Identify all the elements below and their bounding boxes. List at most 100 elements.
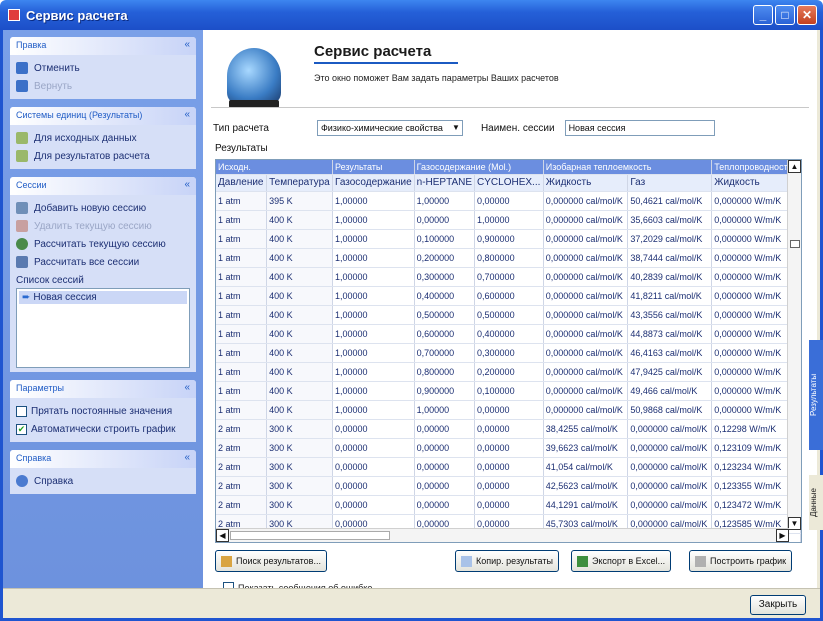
table-cell[interactable]: 400 K <box>266 400 333 420</box>
table-cell[interactable]: 0,00000 <box>332 495 415 515</box>
table-cell[interactable]: 0,500000 <box>414 305 476 325</box>
table-cell[interactable]: 42,5623 cal/mol/K <box>543 476 629 496</box>
table-cell[interactable]: 44,8873 cal/mol/K <box>627 324 713 344</box>
table-cell[interactable]: 1,00000 <box>332 191 415 211</box>
session-name-field[interactable]: Новая сессия <box>564 120 715 136</box>
table-cell[interactable]: 0,000000 cal/mol/K <box>543 343 629 363</box>
table-cell[interactable]: 1 atm <box>216 343 268 363</box>
scroll-thumb[interactable] <box>230 531 390 540</box>
table-cell[interactable]: 2 atm <box>216 438 268 458</box>
table-cell[interactable]: 0,000000 cal/mol/K <box>627 419 713 439</box>
table-cell[interactable]: 1,00000 <box>474 210 544 230</box>
table-cell[interactable]: 1,00000 <box>332 381 415 401</box>
table-cell[interactable]: 0,100000 <box>474 381 544 401</box>
table-cell[interactable]: 0,000000 cal/mol/K <box>627 476 713 496</box>
checkbox-unchecked[interactable] <box>16 405 27 417</box>
table-cell[interactable]: 35,6603 cal/mol/K <box>627 210 713 230</box>
table-cell[interactable]: 46,4163 cal/mol/K <box>627 343 713 363</box>
units-group-header[interactable]: Системы единиц (Результаты) « <box>10 107 196 125</box>
calc-current-item[interactable]: Рассчитать текущую сессию <box>16 235 190 253</box>
table-cell[interactable]: 0,00000 <box>474 191 544 211</box>
table-cell[interactable]: 0,00000 <box>414 419 476 439</box>
column-header[interactable]: Газ <box>627 174 713 192</box>
table-row[interactable]: 2 atm 300 K 0,00000 0,00000 0,00000 38,4255 c… <box>216 419 801 439</box>
table-cell[interactable]: 0,000000 cal/mol/K <box>627 495 713 515</box>
column-header[interactable]: n-HEPTANE <box>414 174 476 192</box>
sessions-group-header[interactable]: Сессии « <box>10 177 196 195</box>
edit-group-header[interactable]: Правка « <box>10 37 196 55</box>
table-cell[interactable]: 0,700000 <box>474 267 544 287</box>
table-cell[interactable]: 0,900000 <box>474 229 544 249</box>
table-cell[interactable]: 400 K <box>266 267 333 287</box>
table-cell[interactable]: 400 K <box>266 324 333 344</box>
table-row[interactable]: 1 atm 400 K 1,00000 0,400000 0,600000 0,00000… <box>216 286 801 306</box>
table-cell[interactable]: 2 atm <box>216 495 268 515</box>
table-cell[interactable]: 0,400000 <box>414 286 476 306</box>
params-group-header[interactable]: Параметры « <box>10 380 196 398</box>
table-cell[interactable]: 0,400000 <box>474 324 544 344</box>
chevron-up-icon[interactable]: « <box>184 179 190 190</box>
table-cell[interactable]: 49,466 cal/mol/K <box>627 381 713 401</box>
table-cell[interactable]: 39,6623 cal/mol/K <box>543 438 629 458</box>
scroll-left-button[interactable]: ◀ <box>216 529 229 542</box>
table-cell[interactable]: 0,000000 cal/mol/K <box>543 229 629 249</box>
table-cell[interactable]: 400 K <box>266 248 333 268</box>
table-cell[interactable]: 400 K <box>266 381 333 401</box>
help-group-header[interactable]: Справка « <box>10 450 196 468</box>
table-cell[interactable]: 1,00000 <box>332 324 415 344</box>
chevron-up-icon[interactable]: « <box>184 382 190 393</box>
copy-results-button[interactable]: Копир. результаты <box>455 550 559 572</box>
table-cell[interactable]: 0,00000 <box>474 457 544 477</box>
table-cell[interactable]: 41,8211 cal/mol/K <box>627 286 713 306</box>
maximize-button[interactable]: □ <box>775 5 795 25</box>
table-cell[interactable]: 1,00000 <box>332 267 415 287</box>
column-header[interactable]: Температура <box>266 174 333 192</box>
table-cell[interactable]: 0,00000 <box>414 476 476 496</box>
table-cell[interactable]: 41,054 cal/mol/K <box>543 457 629 477</box>
table-cell[interactable]: 43,3556 cal/mol/K <box>627 305 713 325</box>
table-cell[interactable]: 0,000000 cal/mol/K <box>543 305 629 325</box>
input-units-item[interactable]: Для исходных данных <box>16 129 190 147</box>
table-cell[interactable]: 1,00000 <box>332 210 415 230</box>
table-cell[interactable]: 37,2029 cal/mol/K <box>627 229 713 249</box>
table-cell[interactable]: 0,100000 <box>414 229 476 249</box>
table-row[interactable]: 2 atm 300 K 0,00000 0,00000 0,00000 42,5623 c… <box>216 476 801 496</box>
plot-chart-button[interactable]: Построить график <box>689 550 793 572</box>
minimize-button[interactable]: _ <box>753 5 773 25</box>
table-cell[interactable]: 1 atm <box>216 248 268 268</box>
table-cell[interactable]: 44,1291 cal/mol/K <box>543 495 629 515</box>
table-row[interactable]: 1 atm 400 K 1,00000 0,500000 0,500000 0,00000… <box>216 305 801 325</box>
table-cell[interactable]: 1 atm <box>216 305 268 325</box>
table-cell[interactable]: 0,600000 <box>474 286 544 306</box>
table-cell[interactable]: 1,00000 <box>332 400 415 420</box>
table-cell[interactable]: 1,00000 <box>332 305 415 325</box>
table-cell[interactable]: 400 K <box>266 343 333 363</box>
column-header[interactable]: Давление <box>216 174 268 192</box>
table-cell[interactable]: 0,000000 cal/mol/K <box>627 457 713 477</box>
close-window-button[interactable]: ✕ <box>797 5 817 25</box>
table-cell[interactable]: 0,00000 <box>414 457 476 477</box>
table-cell[interactable]: 1 atm <box>216 267 268 287</box>
chevron-up-icon[interactable]: « <box>184 452 190 463</box>
table-cell[interactable]: 0,200000 <box>474 362 544 382</box>
table-cell[interactable]: 1 atm <box>216 210 268 230</box>
table-cell[interactable]: 0,800000 <box>414 362 476 382</box>
table-cell[interactable]: 2 atm <box>216 476 268 496</box>
column-header[interactable]: Жидкость <box>543 174 629 192</box>
table-cell[interactable]: 0,000000 cal/mol/K <box>627 438 713 458</box>
table-cell[interactable]: 400 K <box>266 305 333 325</box>
table-cell[interactable]: 0,000000 cal/mol/K <box>543 400 629 420</box>
table-row[interactable]: 1 atm 400 K 1,00000 0,700000 0,300000 0,00000… <box>216 343 801 363</box>
table-cell[interactable]: 0,00000 <box>414 210 476 230</box>
table-cell[interactable]: 0,000000 cal/mol/K <box>543 248 629 268</box>
table-cell[interactable]: 0,00000 <box>474 495 544 515</box>
table-cell[interactable]: 0,000000 cal/mol/K <box>543 210 629 230</box>
chevron-down-icon[interactable]: ▼ <box>452 123 460 132</box>
table-cell[interactable]: 40,2839 cal/mol/K <box>627 267 713 287</box>
table-cell[interactable]: 0,300000 <box>474 343 544 363</box>
table-cell[interactable]: 38,7444 cal/mol/K <box>627 248 713 268</box>
session-list[interactable]: ➨ Новая сессия <box>16 288 190 368</box>
table-cell[interactable]: 0,300000 <box>414 267 476 287</box>
auto-plot-checkbox[interactable]: ✔ Автоматически строить график <box>16 420 190 438</box>
close-button[interactable]: Закрыть <box>750 595 806 615</box>
